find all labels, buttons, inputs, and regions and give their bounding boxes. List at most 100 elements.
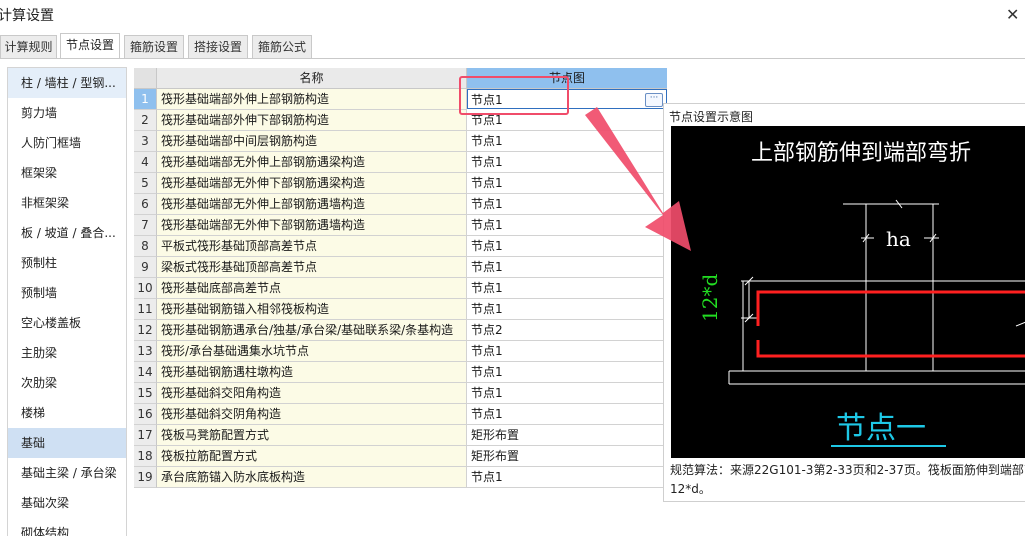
- row-number: 13: [134, 341, 157, 362]
- table-row[interactable]: 12 筏形基础钢筋遇承台/独基/承台梁/基础联系梁/条基构造 节点2: [134, 320, 667, 341]
- table-row[interactable]: 3 筏形基础端部中间层钢筋构造 节点1: [134, 131, 667, 152]
- row-node-value[interactable]: 节点1: [467, 110, 667, 131]
- sidebar-item-secondary-rib-beam[interactable]: 次肋梁: [8, 368, 126, 398]
- row-node-value[interactable]: 节点1: [467, 467, 667, 488]
- row-node-value[interactable]: 节点1: [467, 236, 667, 257]
- row-name: 筏形基础斜交阴角构造: [157, 404, 467, 425]
- table-row[interactable]: 7 筏形基础端部无外伸下部钢筋遇墙构造 节点1: [134, 215, 667, 236]
- diagram-heading: 上部钢筋伸到端部弯折: [751, 141, 971, 166]
- more-options-button[interactable]: ···: [645, 93, 663, 107]
- row-node-value[interactable]: 节点1: [467, 278, 667, 299]
- row-number: 16: [134, 404, 157, 425]
- row-name: 筏形基础端部无外伸下部钢筋遇墙构造: [157, 215, 467, 236]
- table-row[interactable]: 5 筏形基础端部无外伸下部钢筋遇梁构造 节点1: [134, 173, 667, 194]
- spec-note-continued: 12*d。: [670, 482, 711, 496]
- table-row[interactable]: 17 筏板马凳筋配置方式 矩形布置: [134, 425, 667, 446]
- row-node-value[interactable]: 节点1: [467, 152, 667, 173]
- row-node-value[interactable]: 矩形布置: [467, 446, 667, 467]
- row-number: 19: [134, 467, 157, 488]
- sidebar-item-nonframe-beam[interactable]: 非框架梁: [8, 188, 126, 218]
- table-row[interactable]: 19 承台底筋锚入防水底板构造 节点1: [134, 467, 667, 488]
- row-node-value[interactable]: 节点1: [467, 341, 667, 362]
- tab-node-settings[interactable]: 节点设置: [60, 33, 120, 58]
- sidebar-item-precast-column[interactable]: 预制柱: [8, 248, 126, 278]
- row-number: 15: [134, 383, 157, 404]
- row-name: 梁板式筏形基础顶部高差节点: [157, 257, 467, 278]
- table-row[interactable]: 9 梁板式筏形基础顶部高差节点 节点1: [134, 257, 667, 278]
- sidebar-item-frame-beam[interactable]: 框架梁: [8, 158, 126, 188]
- row-node-value[interactable]: 节点1: [467, 194, 667, 215]
- row-name: 筏形基础钢筋遇承台/独基/承台梁/基础联系梁/条基构造: [157, 320, 467, 341]
- close-icon[interactable]: ✕: [1006, 5, 1019, 24]
- row-node-value[interactable]: 节点1: [467, 362, 667, 383]
- tab-calc-rules[interactable]: 计算规则: [0, 35, 57, 58]
- row-node-value[interactable]: 节点1: [467, 173, 667, 194]
- window-title: 计算设置: [0, 8, 54, 24]
- sidebar-item-foundation[interactable]: 基础: [8, 428, 126, 458]
- sidebar-item-stairs[interactable]: 楼梯: [8, 398, 126, 428]
- edge-mark: [1015, 321, 1025, 327]
- row-number: 6: [134, 194, 157, 215]
- row-number: 10: [134, 278, 157, 299]
- table-row[interactable]: 13 筏形/承台基础遇集水坑节点 节点1: [134, 341, 667, 362]
- row-node-value[interactable]: 节点1: [467, 404, 667, 425]
- row-name: 筏板拉筋配置方式: [157, 446, 467, 467]
- sidebar-item-main-rib-beam[interactable]: 主肋梁: [8, 338, 126, 368]
- table-row[interactable]: 6 筏形基础端部无外伸上部钢筋遇墙构造 节点1: [134, 194, 667, 215]
- row-number: 1: [134, 89, 157, 110]
- row-node-value[interactable]: 节点1: [467, 257, 667, 278]
- spec-note: 规范算法：来源22G101-3第2-33页和2-37页。筏板面筋伸到端部弯: [670, 463, 1025, 477]
- row-name: 筏形基础钢筋遇柱墩构造: [157, 362, 467, 383]
- row-name: 筏形基础钢筋锚入相邻筏板构造: [157, 299, 467, 320]
- table-row[interactable]: 14 筏形基础钢筋遇柱墩构造 节点1: [134, 362, 667, 383]
- row-node-value: 节点1: [471, 93, 503, 107]
- sidebar-item-precast-wall[interactable]: 预制墙: [8, 278, 126, 308]
- sidebar-item-civil-defense-door[interactable]: 人防门框墙: [8, 128, 126, 158]
- tab-divider: [0, 58, 1025, 59]
- table-row[interactable]: 8 平板式筏形基础顶部高差节点 节点1: [134, 236, 667, 257]
- row-number: 2: [134, 110, 157, 131]
- top-rebar: [756, 290, 1025, 326]
- bottom-rebar: [756, 340, 1025, 358]
- dim-12d-label: 12*d: [698, 274, 722, 322]
- row-node-value[interactable]: 节点2: [467, 320, 667, 341]
- row-name: 平板式筏形基础顶部高差节点: [157, 236, 467, 257]
- tab-lap-settings[interactable]: 搭接设置: [188, 35, 248, 58]
- row-number: 12: [134, 320, 157, 341]
- node-diagram-svg: 上部钢筋伸到端部弯折 ha 12*d 节点一: [698, 141, 1025, 447]
- row-node-cell[interactable]: 节点1 ···: [467, 89, 667, 109]
- row-node-value[interactable]: 节点1: [467, 131, 667, 152]
- column-header-node[interactable]: 节点图: [467, 68, 667, 88]
- table-row[interactable]: 4 筏形基础端部无外伸上部钢筋遇梁构造 节点1: [134, 152, 667, 173]
- sidebar-item-column[interactable]: 柱 / 墙柱 / 型钢...: [8, 68, 126, 98]
- table-row[interactable]: 18 筏板拉筋配置方式 矩形布置: [134, 446, 667, 467]
- sidebar-item-foundation-main-beam[interactable]: 基础主梁 / 承台梁: [8, 458, 126, 488]
- row-node-value[interactable]: 节点1: [467, 215, 667, 236]
- row-name: 筏形基础端部外伸上部钢筋构造: [157, 89, 467, 110]
- table-row[interactable]: 15 筏形基础斜交阳角构造 节点1: [134, 383, 667, 404]
- row-node-value[interactable]: 节点1: [467, 299, 667, 320]
- dim-ha-label: ha: [886, 227, 911, 251]
- node-diagram-panel: 节点设置示意图 上部钢筋伸到端部弯折 ha 12*d 节点一 规范算法：来源22…: [663, 103, 1025, 502]
- table-row[interactable]: 1 筏形基础端部外伸上部钢筋构造 节点1 ···: [134, 89, 667, 110]
- sidebar-item-slab[interactable]: 板 / 坡道 / 叠合...: [8, 218, 126, 248]
- node-diagram: 上部钢筋伸到端部弯折 ha 12*d 节点一: [671, 126, 1025, 458]
- table-row[interactable]: 16 筏形基础斜交阴角构造 节点1: [134, 404, 667, 425]
- column-header-name[interactable]: 名称: [157, 68, 467, 88]
- row-number: 3: [134, 131, 157, 152]
- sidebar-item-hollow-slab[interactable]: 空心楼盖板: [8, 308, 126, 338]
- row-node-value[interactable]: 矩形布置: [467, 425, 667, 446]
- table-row[interactable]: 2 筏形基础端部外伸下部钢筋构造 节点1: [134, 110, 667, 131]
- sidebar-item-shear-wall[interactable]: 剪力墙: [8, 98, 126, 128]
- row-number: 14: [134, 362, 157, 383]
- sidebar-item-foundation-secondary-beam[interactable]: 基础次梁: [8, 488, 126, 518]
- tab-stirrup-settings[interactable]: 箍筋设置: [124, 35, 184, 58]
- row-node-value[interactable]: 节点1: [467, 383, 667, 404]
- row-number: 7: [134, 215, 157, 236]
- sidebar-item-masonry[interactable]: 砌体结构: [8, 518, 126, 536]
- table-row[interactable]: 10 筏形基础底部高差节点 节点1: [134, 278, 667, 299]
- tab-stirrup-formula[interactable]: 箍筋公式: [252, 35, 312, 58]
- row-name: 承台底筋锚入防水底板构造: [157, 467, 467, 488]
- table-row[interactable]: 11 筏形基础钢筋锚入相邻筏板构造 节点1: [134, 299, 667, 320]
- row-number: 8: [134, 236, 157, 257]
